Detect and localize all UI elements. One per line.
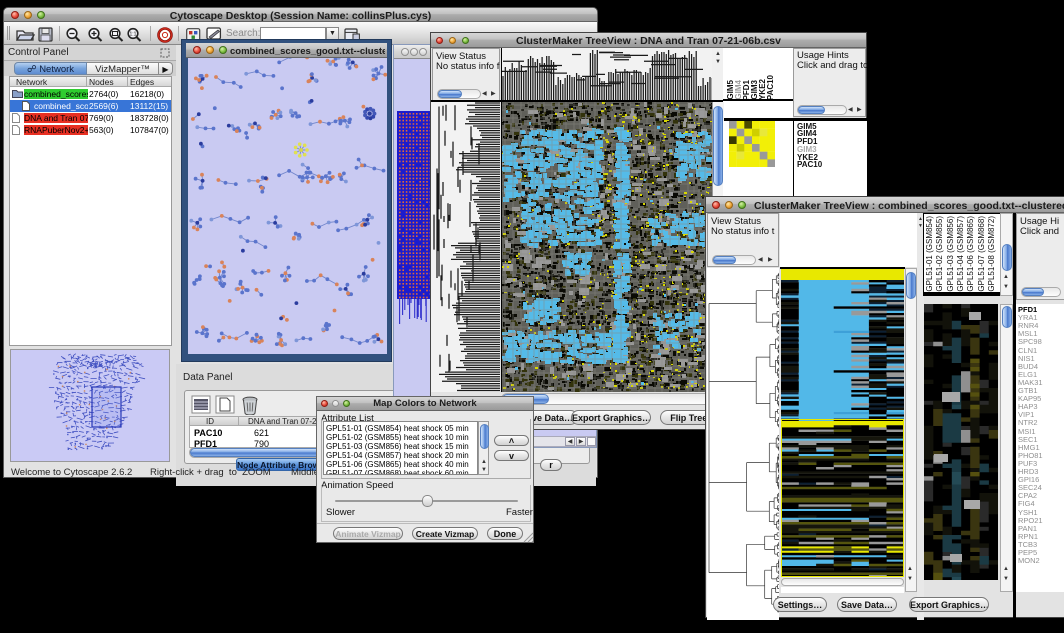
- svg-text:1:1: 1:1: [130, 32, 137, 38]
